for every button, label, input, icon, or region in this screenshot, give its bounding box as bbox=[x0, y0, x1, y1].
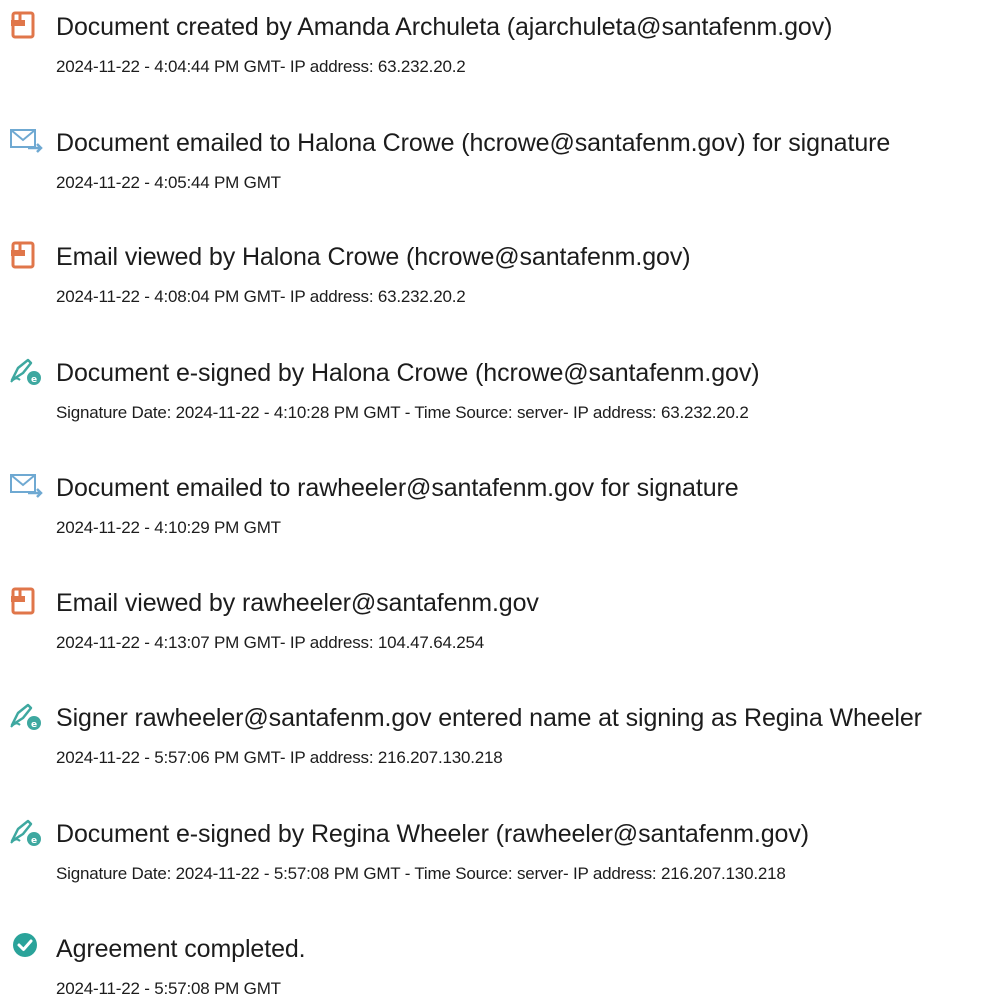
document-icon bbox=[11, 587, 35, 615]
audit-entry-viewed: Email viewed by rawheeler@santafenm.gov … bbox=[0, 582, 1000, 662]
audit-entry-completed: Agreement completed. 2024-11-22 - 5:57:0… bbox=[0, 928, 1000, 1008]
audit-entry-name-entered: e Signer rawheeler@santafenm.gov entered… bbox=[0, 697, 1000, 777]
audit-entry-signed: e Document e-signed by Regina Wheeler (r… bbox=[0, 813, 1000, 893]
audit-entry-created: Document created by Amanda Archuleta (aj… bbox=[0, 6, 1000, 86]
entry-title: Document e-signed by Halona Crowe (hcrow… bbox=[56, 359, 760, 387]
entry-title: Document emailed to Halona Crowe (hcrowe… bbox=[56, 129, 891, 157]
signature-pen-icon: e bbox=[10, 819, 41, 846]
document-icon bbox=[11, 11, 35, 39]
entry-detail: Signature Date: 2024-11-22 - 5:57:08 PM … bbox=[56, 864, 786, 883]
svg-text:e: e bbox=[31, 375, 37, 385]
entry-title: Document e-signed by Regina Wheeler (raw… bbox=[56, 820, 809, 848]
audit-entry-viewed: Email viewed by Halona Crowe (hcrowe@san… bbox=[0, 236, 1000, 316]
entry-detail: 2024-11-22 - 4:13:07 PM GMT- IP address:… bbox=[56, 633, 485, 652]
entry-title: Agreement completed. bbox=[56, 935, 306, 963]
entry-title: Signer rawheeler@santafenm.gov entered n… bbox=[56, 704, 922, 732]
entry-detail: 2024-11-22 - 4:04:44 PM GMT- IP address:… bbox=[56, 57, 466, 76]
entry-title: Document emailed to rawheeler@santafenm.… bbox=[56, 474, 739, 502]
entry-detail: 2024-11-22 - 4:10:29 PM GMT bbox=[56, 518, 281, 537]
document-icon bbox=[11, 241, 35, 269]
audit-entry-signed: e Document e-signed by Halona Crowe (hcr… bbox=[0, 352, 1000, 432]
entry-detail: 2024-11-22 - 5:57:08 PM GMT bbox=[56, 979, 281, 998]
email-icon bbox=[10, 129, 43, 153]
entry-detail: 2024-11-22 - 4:08:04 PM GMT- IP address:… bbox=[56, 287, 466, 306]
entry-title: Email viewed by rawheeler@santafenm.gov bbox=[56, 589, 539, 617]
entry-detail: 2024-11-22 - 4:05:44 PM GMT bbox=[56, 173, 281, 192]
audit-entry-emailed: Document emailed to Halona Crowe (hcrowe… bbox=[0, 122, 1000, 202]
svg-text:e: e bbox=[31, 836, 37, 846]
signature-pen-icon: e bbox=[10, 358, 41, 385]
svg-text:e: e bbox=[31, 720, 37, 730]
entry-title: Email viewed by Halona Crowe (hcrowe@san… bbox=[56, 243, 691, 271]
checkmark-circle-icon bbox=[13, 933, 37, 957]
signature-pen-icon: e bbox=[10, 703, 41, 730]
entry-title: Document created by Amanda Archuleta (aj… bbox=[56, 13, 833, 41]
entry-detail: 2024-11-22 - 5:57:06 PM GMT- IP address:… bbox=[56, 748, 503, 767]
email-icon bbox=[10, 474, 43, 498]
entry-detail: Signature Date: 2024-11-22 - 4:10:28 PM … bbox=[56, 403, 749, 422]
audit-entry-emailed: Document emailed to rawheeler@santafenm.… bbox=[0, 467, 1000, 547]
